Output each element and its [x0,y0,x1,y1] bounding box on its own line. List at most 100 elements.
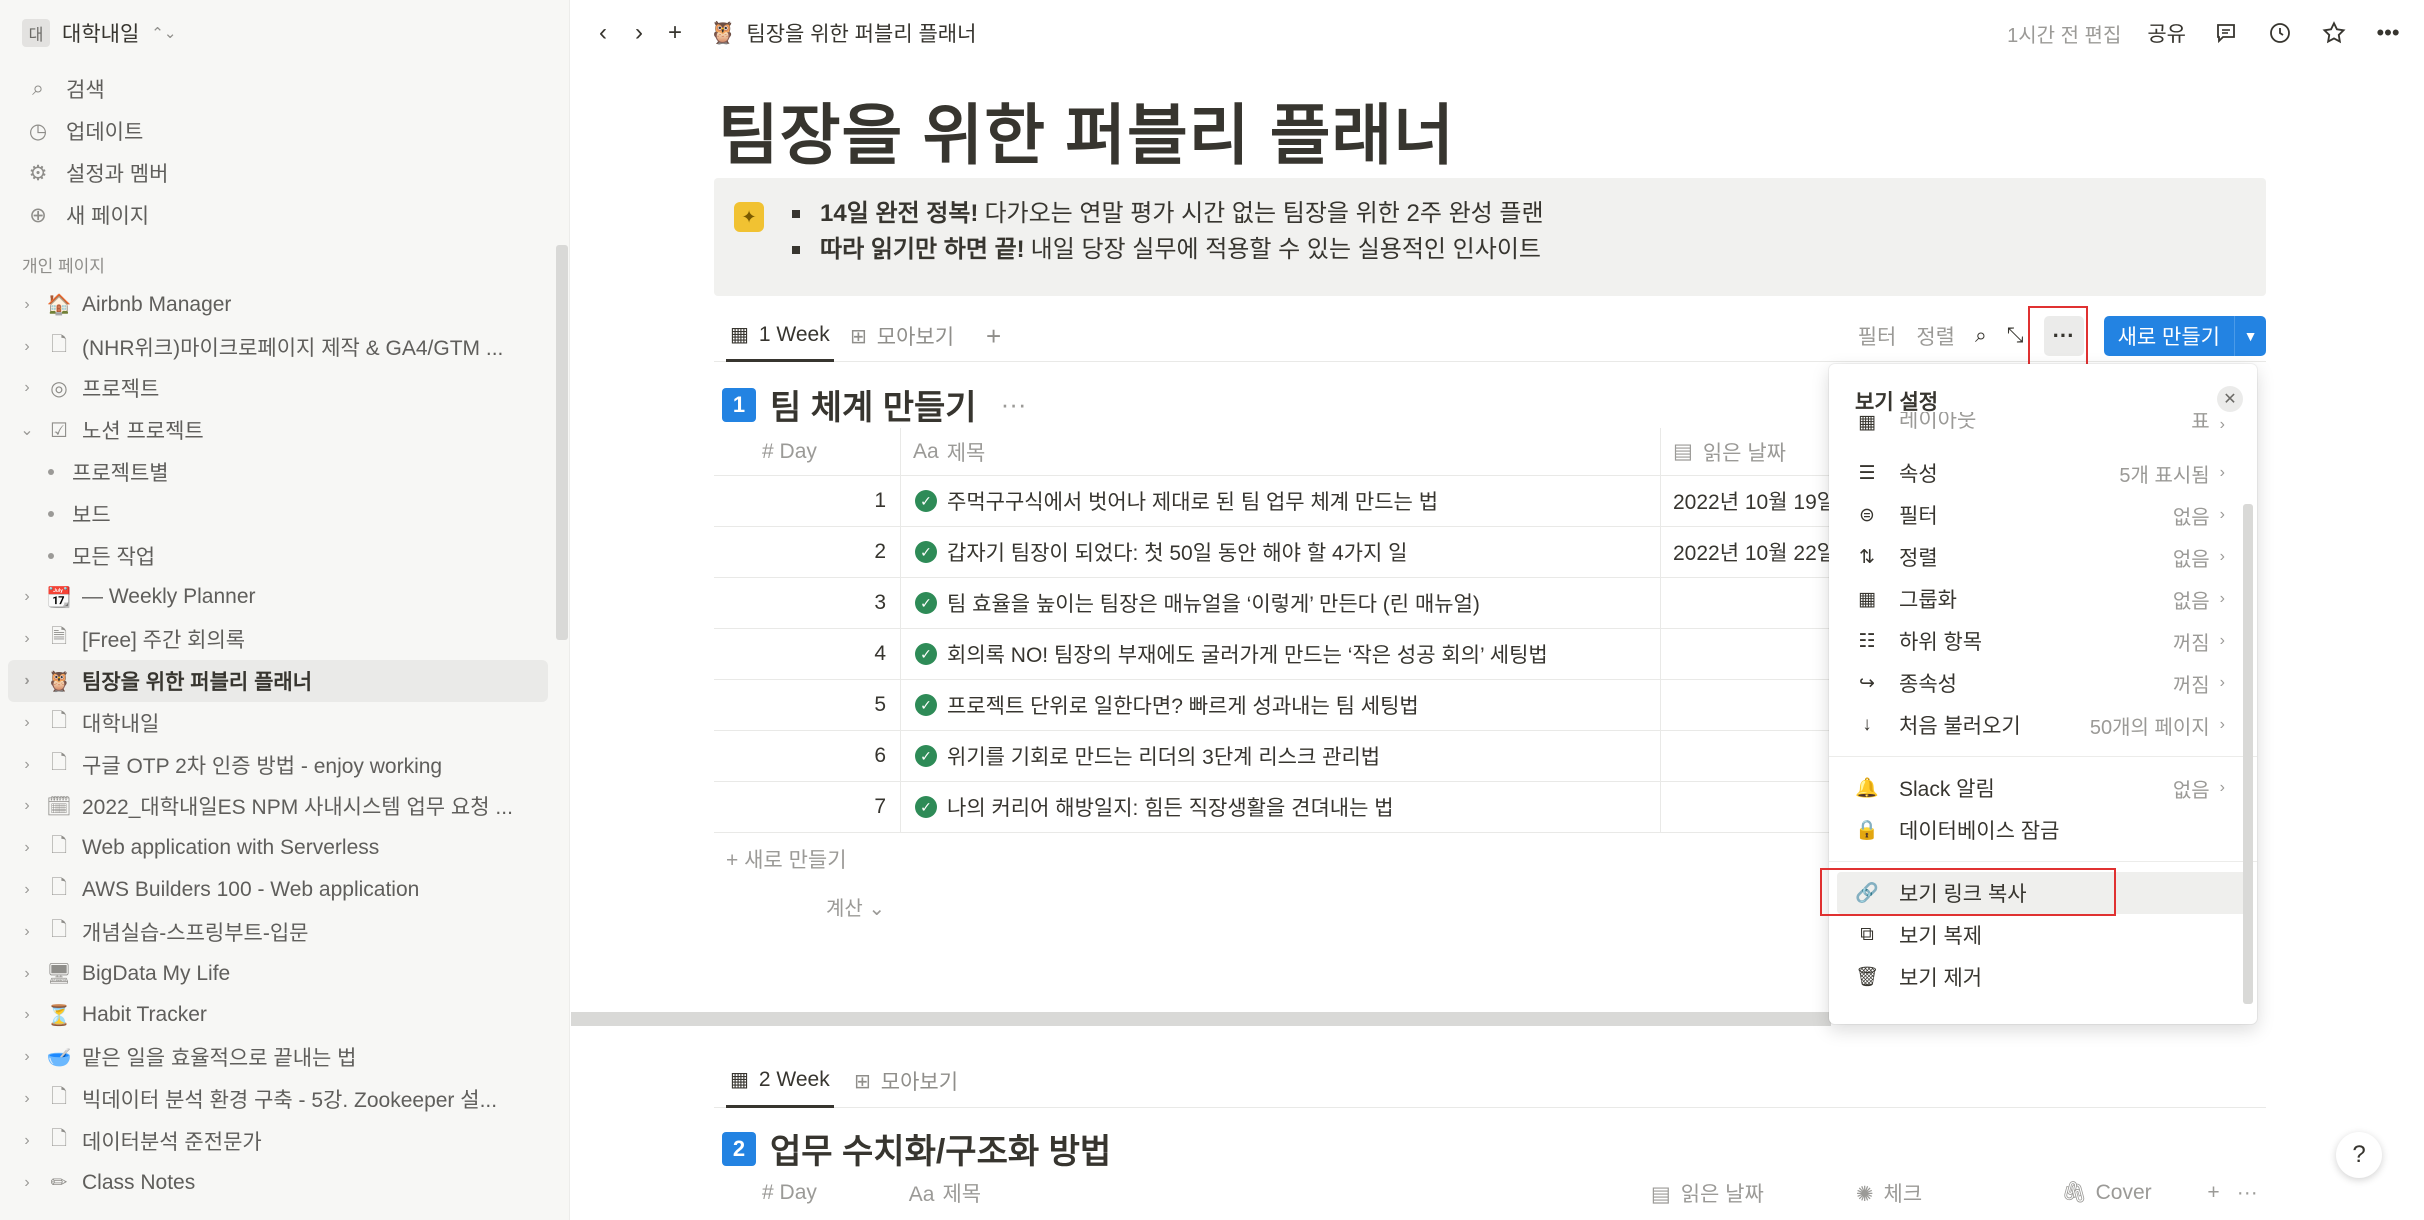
cell-read-date[interactable]: 2022년 10월 22일 [1660,526,1834,578]
chevron-right-icon[interactable]: › [18,379,36,397]
comment-icon[interactable] [2212,19,2240,47]
column-title[interactable]: Aa 제목 [900,427,1660,476]
sidebar-page-item[interactable]: 모든 작업 [8,535,548,577]
star-icon[interactable] [2320,19,2348,47]
table-row[interactable]: 2 ✓ 갑자기 팀장이 되었다: 첫 50일 동안 해야 할 4가지 일 2022년 … [714,526,1834,578]
column-read-date[interactable]: ▤ 읽은 날짜 [1660,427,1834,476]
chevron-right-icon[interactable]: › [18,296,36,314]
popover-option[interactable]: ☰ 속성 5개 표시됨 › [1829,452,2257,494]
section-heading-1[interactable]: 1 팀 체계 만들기 ··· [722,380,1027,429]
new-button[interactable]: 새로 만들기 ▼ [2103,316,2266,356]
column-check[interactable]: ✺ 체크 [1856,1178,2061,1208]
table-row[interactable]: 7 ✓ 나의 커리어 해방일지: 힘든 직장생활을 견뎌내는 법 [714,781,1834,833]
cell-read-date[interactable] [1660,730,1834,782]
sidebar-page-item[interactable]: ⌄ ☑ 노션 프로젝트 [8,409,548,451]
sidebar-page-item[interactable]: › 🗓 2022_대학내일ES NPM 사내시스템 업무 요청 ... [8,786,548,828]
more-icon[interactable]: ··· [1001,389,1027,420]
chevron-right-icon[interactable]: › [18,1132,36,1150]
popover-option[interactable]: 🔔 Slack 알림 없음 › [1829,767,2257,809]
chevron-right-icon[interactable]: › [18,839,36,857]
search-icon[interactable]: ⌕ [1975,324,1987,348]
sidebar-item-updates[interactable]: ◷ 업데이트 [0,110,560,152]
more-icon[interactable]: ··· [2237,1181,2266,1205]
sidebar-page-item[interactable]: › 🗋 (NHR위크)마이크로페이지 제작 & GA4/GTM ... [8,326,548,368]
sidebar-page-item[interactable]: › 🦉 팀장을 위한 퍼블리 플래너 [8,660,548,702]
cell-title[interactable]: ✓ 회의록 NO! 팀장의 부재에도 굴러가게 만드는 ‘작은 성공 회의’ 세팅… [900,628,1660,680]
more-icon[interactable]: ••• [2374,19,2402,47]
forward-button[interactable]: › [621,15,657,51]
cell-title[interactable]: ✓ 갑자기 팀장이 되었다: 첫 50일 동안 해야 할 4가지 일 [900,526,1660,578]
popover-option[interactable]: ⇅ 정렬 없음 › [1829,536,2257,578]
table-row[interactable]: 5 ✓ 프로젝트 단위로 일한다면? 빠르게 성과내는 팀 세팅법 [714,679,1834,731]
table-row[interactable]: 6 ✓ 위기를 기회로 만드는 리더의 3단계 리스크 관리법 [714,730,1834,782]
horizontal-scrollbar[interactable] [571,1012,1831,1026]
chevron-right-icon[interactable]: › [18,1174,36,1192]
sidebar-page-item[interactable]: › 🗋 개념실습-스프링부트-입문 [8,911,548,953]
new-button-label[interactable]: 새로 만들기 [2103,316,2234,356]
cell-read-date[interactable] [1660,628,1834,680]
tab-gallery[interactable]: ⊞ 모아보기 [850,310,954,362]
chevron-right-icon[interactable]: › [18,630,36,648]
add-view-button[interactable]: + [986,310,1001,362]
share-button[interactable]: 공유 [2147,18,2186,48]
page-title[interactable]: 팀장을 위한 퍼블리 플래너 [718,82,1455,178]
cell-read-date[interactable] [1660,577,1834,629]
chevron-right-icon[interactable]: › [18,588,36,606]
table-row[interactable]: 1 ✓ 주먹구구식에서 벗어나 제대로 된 팀 업무 체계 만드는 법 2022년 1… [714,475,1834,527]
cell-title[interactable]: ✓ 나의 커리어 해방일지: 힘든 직장생활을 견뎌내는 법 [900,781,1660,833]
tab-2-week[interactable]: ▦ 2 Week [726,1054,834,1108]
sidebar-item-settings[interactable]: ⚙ 설정과 멤버 [0,152,560,194]
help-button[interactable]: ? [2336,1132,2382,1178]
column-cover[interactable]: 🖇 Cover [2061,1181,2207,1205]
sidebar-page-item[interactable]: › 🗋 데이터분석 준전문가 [8,1120,548,1162]
workspace-switcher[interactable]: 대 대학내일 ⌃⌄ [22,16,176,50]
popover-option[interactable]: ⧉ 보기 복제 [1829,914,2257,956]
sidebar-scrollbar[interactable] [556,245,568,640]
chevron-right-icon[interactable]: › [18,338,36,356]
popover-option[interactable]: 🔒 데이터베이스 잠금 [1829,809,2257,851]
cell-day[interactable]: 5 [714,693,900,717]
cell-read-date[interactable] [1660,679,1834,731]
sidebar-page-item[interactable]: › ⏳ Habit Tracker [8,995,548,1037]
chevron-right-icon[interactable]: › [18,881,36,899]
calculate-button[interactable]: 계산 ⌄ [826,892,885,921]
sidebar-page-item[interactable]: › 🗋 구글 OTP 2차 인증 방법 - enjoy working [8,744,548,786]
chevron-right-icon[interactable]: › [18,714,36,732]
new-page-button[interactable]: + [657,15,693,51]
chevron-right-icon[interactable]: › [18,1090,36,1108]
popover-option[interactable]: 🗑 보기 제거 [1829,956,2257,998]
popover-scrollbar[interactable] [2243,504,2253,1004]
sort-button[interactable]: 정렬 [1916,321,1955,351]
sidebar-page-item[interactable]: › ◎ 프로젝트 [8,368,548,410]
chevron-down-icon[interactable]: ▼ [2234,316,2266,356]
close-icon[interactable]: ✕ [2217,386,2243,412]
chevron-right-icon[interactable]: › [18,797,36,815]
table-row[interactable]: 3 ✓ 팀 효율을 높이는 팀장은 매뉴얼을 ‘이렇게’ 만든다 (린 매뉴얼) [714,577,1834,629]
cell-day[interactable]: 1 [714,489,900,513]
cell-title[interactable]: ✓ 위기를 기회로 만드는 리더의 3단계 리스크 관리법 [900,730,1660,782]
back-button[interactable]: ‹ [585,15,621,51]
cell-title[interactable]: ✓ 프로젝트 단위로 일한다면? 빠르게 성과내는 팀 세팅법 [900,679,1660,731]
cell-read-date[interactable] [1660,781,1834,833]
cell-day[interactable]: 6 [714,744,900,768]
column-title[interactable]: Aa 제목 [897,1178,1651,1208]
add-row-button[interactable]: + 새로 만들기 [726,844,847,874]
sidebar-page-item[interactable]: › 🗎 [Free] 주간 회의록 [8,618,548,660]
popover-option[interactable]: ▦ 그룹화 없음 › [1829,578,2257,620]
sidebar-page-item[interactable]: › 🗋 AWS Builders 100 - Web application [8,869,548,911]
chevron-right-icon[interactable]: › [18,756,36,774]
section-heading-2[interactable]: 2 업무 수치화/구조화 방법 [722,1124,1111,1173]
sidebar-page-item[interactable]: 프로젝트별 [8,451,548,493]
popover-option[interactable]: ☷ 하위 항목 꺼짐 › [1829,620,2257,662]
history-icon[interactable] [2266,19,2294,47]
cell-read-date[interactable]: 2022년 10월 19일 [1660,475,1834,527]
tab-1-week[interactable]: ▦ 1 Week [726,310,834,362]
expand-icon[interactable]: ⤡ [2007,324,2024,348]
option-layout[interactable]: ▦ 레이아웃 표 › [1829,412,2257,434]
chevron-right-icon[interactable]: › [18,1006,36,1024]
sidebar-page-item[interactable]: › 🗋 빅데이터 분석 환경 구축 - 5강. Zookeeper 설... [8,1078,548,1120]
cell-title[interactable]: ✓ 팀 효율을 높이는 팀장은 매뉴얼을 ‘이렇게’ 만든다 (린 매뉴얼) [900,577,1660,629]
column-day[interactable]: # Day [714,440,900,464]
sidebar-page-item[interactable]: › 🗋 대학내일 [8,702,548,744]
chevron-right-icon[interactable]: › [18,965,36,983]
